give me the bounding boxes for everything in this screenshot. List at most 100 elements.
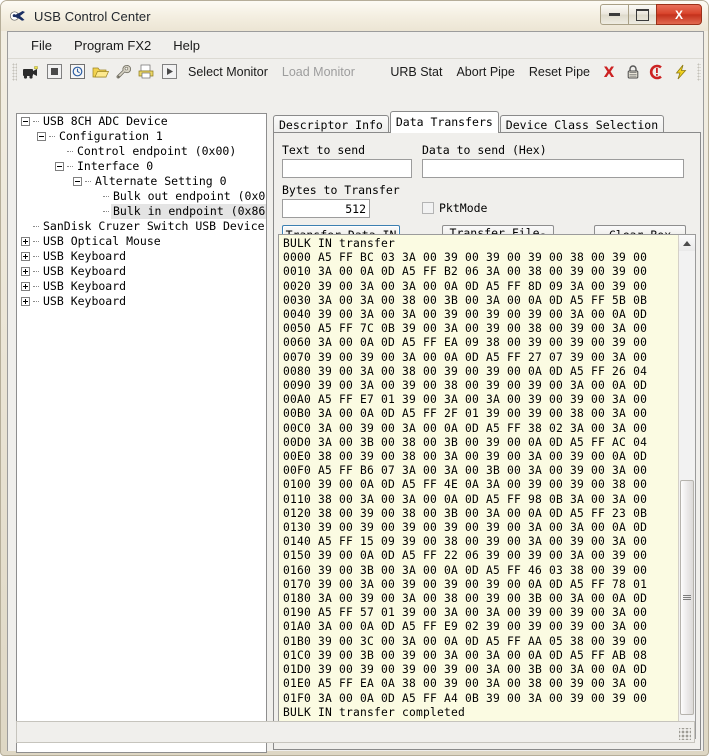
tree-node-usb-8ch-adc-device[interactable]: USB 8CH ADC Device: [17, 114, 266, 129]
hex-output-line: 0160 39 00 3B 00 3A 00 0A 0D A5 FF 46 03…: [283, 564, 679, 578]
tree-node-configuration-1[interactable]: Configuration 1: [17, 129, 266, 144]
tree-node-bulk-out-endpoint[interactable]: Bulk out endpoint (0x02): [17, 189, 266, 204]
tree-node-label: Interface 0: [75, 159, 155, 174]
pktmode-checkbox[interactable]: [422, 202, 434, 214]
menu-program-fx2[interactable]: Program FX2: [63, 35, 162, 56]
tree-node-control-endpoint[interactable]: Control endpoint (0x00): [17, 144, 266, 159]
tree-node-label: USB 8CH ADC Device: [41, 114, 170, 129]
minimize-button[interactable]: [600, 4, 629, 25]
tree-node-interface-0[interactable]: Interface 0: [17, 159, 266, 174]
hex-output-line: 01C0 39 00 3B 00 39 00 3A 00 3A 00 0A 0D…: [283, 649, 679, 663]
resize-grip-icon[interactable]: [679, 728, 691, 740]
maximize-button[interactable]: [628, 4, 657, 25]
hex-output-line: 0070 39 00 39 00 3A 00 0A 0D A5 FF 27 07…: [283, 351, 679, 365]
close-button[interactable]: X: [656, 4, 702, 25]
expand-icon[interactable]: [21, 252, 30, 261]
toolbar-grip[interactable]: [12, 63, 17, 81]
hex-output-line: 00F0 A5 FF B6 07 3A 00 3A 00 3B 00 3A 00…: [283, 464, 679, 478]
tree-node-label: USB Optical Mouse: [41, 234, 163, 249]
collapse-icon[interactable]: [55, 162, 64, 171]
lightning-bolt-icon[interactable]: [669, 61, 693, 82]
toolbar-reset-pipe[interactable]: Reset Pipe: [524, 63, 595, 81]
tree-node-label: Configuration 1: [57, 129, 165, 144]
bytes-to-transfer-input[interactable]: [282, 199, 370, 218]
hex-output-line: 0170 39 00 3A 00 39 00 39 00 39 00 0A 0D…: [283, 578, 679, 592]
tree-connector: [103, 196, 109, 198]
menu-file[interactable]: File: [20, 35, 63, 56]
hex-output-line: 00D0 3A 00 3B 00 38 00 3B 00 39 00 0A 0D…: [283, 436, 679, 450]
hex-output-line: 00C0 3A 00 39 00 3A 00 0A 0D A5 FF 38 02…: [283, 422, 679, 436]
tree-connector: [33, 286, 39, 288]
hex-output-line: 0040 39 00 3A 00 3A 00 39 00 39 00 39 00…: [283, 308, 679, 322]
scroll-up-icon[interactable]: [679, 235, 695, 251]
expand-icon[interactable]: [21, 282, 30, 291]
tree-node-label: Alternate Setting 0: [93, 174, 229, 189]
menu-help[interactable]: Help: [162, 35, 211, 56]
pktmode-checkbox-row[interactable]: PktMode: [422, 201, 487, 215]
toolbar-urb-stat[interactable]: URB Stat: [385, 63, 447, 81]
tree-connector: [33, 226, 39, 228]
hex-output-text: BULK IN transfer0000 A5 FF BC 03 3A 00 3…: [279, 235, 679, 738]
play-icon[interactable]: [158, 61, 180, 82]
scrollbar-grip-icon: [683, 595, 691, 601]
tree-node-bulk-in-endpoint[interactable]: Bulk in endpoint (0x86): [17, 204, 266, 219]
tree-node-label: USB Keyboard: [41, 294, 128, 309]
c-red-icon[interactable]: [645, 61, 669, 82]
tree-node-label: USB Keyboard: [41, 279, 128, 294]
tab-data-transfers[interactable]: Data Transfers: [390, 111, 499, 133]
wrench-icon[interactable]: [112, 61, 134, 82]
data-to-send-hex-input[interactable]: [422, 159, 684, 178]
tree-node-usb-keyboard-3[interactable]: USB Keyboard: [17, 279, 266, 294]
hex-output-line: 0030 3A 00 3A 00 38 00 3B 00 3A 00 0A 0D…: [283, 294, 679, 308]
hex-output-line: 0090 39 00 3A 00 39 00 38 00 39 00 39 00…: [283, 379, 679, 393]
hex-output-line: 0100 39 00 0A 0D A5 FF 4E 0A 3A 00 39 00…: [283, 478, 679, 492]
toolbar-abort-pipe[interactable]: Abort Pipe: [451, 63, 519, 81]
hex-output-line: 0190 A5 FF 57 01 39 00 3A 00 3A 00 39 00…: [283, 606, 679, 620]
hex-output-line: 0010 3A 00 0A 0D A5 FF B2 06 3A 00 38 00…: [283, 265, 679, 279]
tree-node-usb-optical-mouse[interactable]: USB Optical Mouse: [17, 234, 266, 249]
tree-node-label: SanDisk Cruzer Switch USB Device: [41, 219, 267, 234]
hex-output-box[interactable]: BULK IN transfer0000 A5 FF BC 03 3A 00 3…: [278, 234, 696, 739]
client-area: File Program FX2 Help: [7, 31, 704, 751]
tool-bar: Select Monitor Load Monitor URB Stat Abo…: [8, 59, 703, 85]
collapse-icon[interactable]: [73, 177, 82, 186]
hex-output-line: 00A0 A5 FF E7 01 39 00 3A 00 3A 00 39 00…: [283, 393, 679, 407]
history-icon[interactable]: [66, 61, 88, 82]
tree-node-sandisk-cruzer-switch[interactable]: SanDisk Cruzer Switch USB Device: [17, 219, 266, 234]
usb-plug-icon: [9, 7, 27, 25]
title-bar: USB Control Center X: [1, 1, 708, 31]
stop-icon[interactable]: [43, 61, 65, 82]
pktmode-label: PktMode: [439, 201, 487, 215]
hex-output-line: 0140 A5 FF 15 09 39 00 38 00 39 00 3A 00…: [283, 535, 679, 549]
hex-output-line: 0150 39 00 0A 0D A5 FF 22 06 39 00 39 00…: [283, 549, 679, 563]
hex-output-line: 0130 39 00 39 00 39 00 39 00 39 00 3A 00…: [283, 521, 679, 535]
open-folder-icon[interactable]: [89, 61, 111, 82]
hex-output-line: 0120 38 00 39 00 38 00 3B 00 3A 00 0A 0D…: [283, 507, 679, 521]
expand-icon[interactable]: [21, 237, 30, 246]
tree-node-usb-keyboard-1[interactable]: USB Keyboard: [17, 249, 266, 264]
window-title: USB Control Center: [34, 9, 151, 24]
print-icon[interactable]: [135, 61, 157, 82]
tree-node-usb-keyboard-2[interactable]: USB Keyboard: [17, 264, 266, 279]
collapse-icon[interactable]: [21, 117, 30, 126]
tab-strip: Descriptor Info Data Transfers Device Cl…: [273, 113, 701, 133]
collapse-icon[interactable]: [37, 132, 46, 141]
lock-icon[interactable]: [621, 61, 645, 82]
tree-connector: [33, 301, 39, 303]
toolbar-select-monitor[interactable]: Select Monitor: [183, 63, 273, 81]
scrollbar-thumb[interactable]: [680, 480, 694, 715]
hex-output-line: 01F0 3A 00 0A 0D A5 FF A4 0B 39 00 3A 00…: [283, 692, 679, 706]
device-tree[interactable]: USB 8CH ADC Device Configuration 1 Contr…: [16, 113, 267, 753]
camera-icon[interactable]: [20, 61, 42, 82]
expand-icon[interactable]: [21, 297, 30, 306]
tree-node-alternate-setting-0[interactable]: Alternate Setting 0: [17, 174, 266, 189]
tree-connector: [33, 241, 39, 243]
expand-icon[interactable]: [21, 267, 30, 276]
x-red-icon[interactable]: X: [597, 61, 621, 82]
tree-node-label: USB Keyboard: [41, 249, 128, 264]
tree-node-label: USB Keyboard: [41, 264, 128, 279]
main-body: USB 8CH ADC Device Configuration 1 Contr…: [8, 84, 703, 751]
tree-node-usb-keyboard-4[interactable]: USB Keyboard: [17, 294, 266, 309]
hex-output-scrollbar[interactable]: [678, 235, 695, 738]
text-to-send-input[interactable]: [282, 159, 412, 178]
